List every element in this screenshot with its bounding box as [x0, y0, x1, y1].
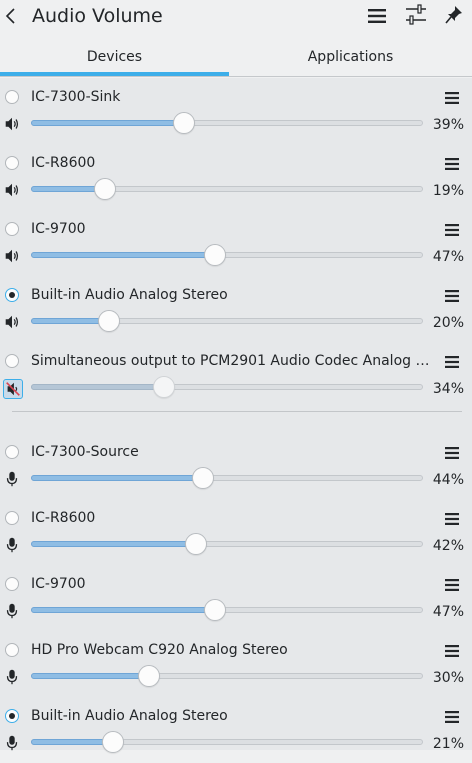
slider-fill: [31, 739, 113, 745]
microphone-icon[interactable]: [3, 536, 23, 556]
default-device-radio[interactable]: [5, 354, 19, 368]
slider-fill: [31, 252, 215, 258]
configure-icon[interactable]: [405, 4, 427, 26]
slider-fill: [31, 120, 184, 126]
slider-handle[interactable]: [153, 376, 175, 398]
output-device-row: IC-9700 47%: [0, 210, 472, 276]
page-title: Audio Volume: [32, 5, 163, 27]
slider-handle[interactable]: [173, 112, 195, 134]
microphone-icon[interactable]: [3, 470, 23, 490]
volume-percentage: 39%: [432, 117, 464, 133]
device-name: HD Pro Webcam C920 Analog Stereo: [31, 642, 288, 658]
device-name: Simultaneous output to PCM2901 Audio Cod…: [31, 353, 435, 369]
volume-percentage: 19%: [432, 183, 464, 199]
header-bar: Audio Volume: [0, 0, 472, 34]
slider-handle[interactable]: [185, 533, 207, 555]
slider-fill: [31, 541, 196, 547]
slider-fill: [31, 673, 149, 679]
device-name: IC-9700: [31, 221, 86, 237]
speaker-icon[interactable]: [3, 313, 23, 333]
volume-slider[interactable]: [31, 309, 423, 333]
default-device-radio[interactable]: [5, 288, 19, 302]
slider-fill: [31, 607, 215, 613]
device-menu-icon[interactable]: [444, 511, 460, 525]
slider-handle[interactable]: [204, 599, 226, 621]
default-device-radio[interactable]: [5, 577, 19, 591]
volume-percentage: 30%: [432, 670, 464, 686]
volume-slider[interactable]: [31, 598, 423, 622]
default-device-radio[interactable]: [5, 222, 19, 236]
volume-slider[interactable]: [31, 177, 423, 201]
device-menu-icon[interactable]: [444, 156, 460, 170]
volume-slider[interactable]: [31, 243, 423, 267]
device-menu-icon[interactable]: [444, 354, 460, 368]
back-icon[interactable]: [4, 6, 18, 26]
output-device-row: Simultaneous output to PCM2901 Audio Cod…: [0, 342, 472, 408]
device-menu-icon[interactable]: [444, 709, 460, 723]
microphone-icon[interactable]: [3, 668, 23, 688]
device-list: IC-7300-Sink 39% IC-R8600 19% IC-9700 47% Buil…: [0, 78, 472, 753]
speaker-icon[interactable]: [3, 247, 23, 267]
output-device-row: IC-7300-Sink 39%: [0, 78, 472, 144]
input-device-row: IC-9700 47%: [0, 565, 472, 631]
slider-fill: [31, 384, 164, 390]
volume-percentage: 20%: [432, 315, 464, 331]
output-device-row: Built-in Audio Analog Stereo 20%: [0, 276, 472, 342]
tab-applications[interactable]: Applications: [229, 38, 472, 76]
volume-slider[interactable]: [31, 466, 423, 490]
volume-slider[interactable]: [31, 664, 423, 688]
input-device-row: IC-R8600 42%: [0, 499, 472, 565]
volume-percentage: 21%: [432, 736, 464, 752]
device-menu-icon[interactable]: [444, 222, 460, 236]
device-name: IC-9700: [31, 576, 86, 592]
input-device-row: HD Pro Webcam C920 Analog Stereo 30%: [0, 631, 472, 697]
device-name: IC-7300-Sink: [31, 89, 121, 105]
input-device-row: IC-7300-Source 44%: [0, 433, 472, 499]
device-menu-icon[interactable]: [444, 90, 460, 104]
device-name: IC-R8600: [31, 510, 96, 526]
device-name: Built-in Audio Analog Stereo: [31, 287, 228, 303]
volume-slider[interactable]: [31, 730, 423, 754]
volume-slider[interactable]: [31, 375, 423, 399]
default-device-radio[interactable]: [5, 709, 19, 723]
device-menu-icon[interactable]: [444, 577, 460, 591]
speaker-icon[interactable]: [3, 115, 23, 135]
slider-handle[interactable]: [192, 467, 214, 489]
volume-percentage: 44%: [432, 472, 464, 488]
volume-percentage: 34%: [432, 381, 464, 397]
volume-percentage: 47%: [432, 604, 464, 620]
slider-handle[interactable]: [94, 178, 116, 200]
volume-slider[interactable]: [31, 111, 423, 135]
volume-slider[interactable]: [31, 532, 423, 556]
device-name: IC-7300-Source: [31, 444, 139, 460]
speaker-muted-icon[interactable]: [3, 379, 23, 399]
speaker-icon[interactable]: [3, 181, 23, 201]
default-device-radio[interactable]: [5, 511, 19, 525]
microphone-icon[interactable]: [3, 602, 23, 622]
default-device-radio[interactable]: [5, 445, 19, 459]
default-device-radio[interactable]: [5, 156, 19, 170]
volume-percentage: 47%: [432, 249, 464, 265]
device-menu-icon[interactable]: [444, 288, 460, 302]
microphone-icon[interactable]: [3, 734, 23, 754]
volume-percentage: 42%: [432, 538, 464, 554]
slider-handle[interactable]: [138, 665, 160, 687]
device-menu-icon[interactable]: [444, 643, 460, 657]
output-device-row: IC-R8600 19%: [0, 144, 472, 210]
slider-handle[interactable]: [98, 310, 120, 332]
output-input-divider: [12, 411, 462, 412]
default-device-radio[interactable]: [5, 90, 19, 104]
input-device-row: Built-in Audio Analog Stereo 21%: [0, 697, 472, 763]
device-name: IC-R8600: [31, 155, 96, 171]
slider-fill: [31, 475, 203, 481]
slider-handle[interactable]: [204, 244, 226, 266]
device-name: Built-in Audio Analog Stereo: [31, 708, 228, 724]
pin-icon[interactable]: [444, 4, 464, 26]
default-device-radio[interactable]: [5, 643, 19, 657]
hamburger-menu-icon[interactable]: [367, 6, 387, 26]
tab-devices[interactable]: Devices: [0, 38, 229, 76]
device-menu-icon[interactable]: [444, 445, 460, 459]
active-tab-indicator: [0, 72, 229, 76]
